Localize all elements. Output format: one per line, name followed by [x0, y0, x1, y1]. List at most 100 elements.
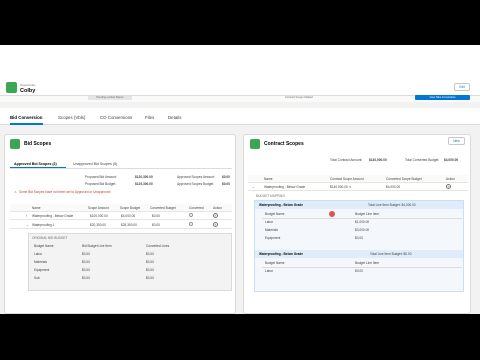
- mapping-row-value: $0.00: [355, 236, 363, 240]
- col-scope-budget: Scope Budget: [120, 206, 141, 210]
- warning-message: Some Bid Scopes have not been set to App…: [19, 190, 111, 194]
- col-converted: Converted: [189, 206, 204, 210]
- mapping-col-item: Budget Line Item: [355, 261, 380, 265]
- row-amount: $100,000.00: [90, 214, 108, 218]
- mapping-row-name: Equipment: [265, 236, 281, 240]
- proposed-bid-amount-value: $120,300.00: [135, 175, 153, 179]
- inner-row-bid: $0.00: [82, 252, 90, 256]
- inner-row-conv: $0.00: [146, 260, 154, 264]
- original-bid-budget-title: ORIGINAL BID BUDGET: [32, 236, 68, 240]
- mapping-row-name: Labor: [265, 269, 274, 273]
- approved-budget-label: Approved Scopes Budget:: [177, 182, 215, 186]
- col-name: Name: [32, 206, 41, 210]
- mapping-row-value: $1,000.00: [355, 220, 370, 224]
- bid-scopes-title: Bid Scopes: [24, 141, 52, 147]
- record-header: [0, 45, 480, 102]
- path-strip: [0, 95, 480, 102]
- active-tab-indicator: [10, 123, 43, 125]
- original-bid-budget-box: [28, 233, 232, 291]
- tab-bid-conversion[interactable]: Bid Conversion: [10, 115, 42, 120]
- inner-col-name: Budget Name: [34, 244, 54, 248]
- total-converted-budget-value: $4,000.00: [444, 158, 459, 162]
- edit-button[interactable]: Edit: [454, 83, 470, 91]
- pencil-icon[interactable]: ✎: [349, 185, 352, 189]
- record-type: Opportunity: [20, 83, 36, 87]
- inner-col-bid: Bid Budget Line Item: [82, 244, 112, 248]
- row-budget: $4,000.00: [386, 185, 401, 189]
- inner-row-name: Equipment: [34, 268, 50, 272]
- col-action: Action: [446, 177, 455, 181]
- row-budget: $25,300.00: [121, 223, 137, 227]
- col-scope-amount: Scope Amount: [88, 206, 109, 210]
- mapping-title: Waterproofing - Below Grade: [259, 252, 303, 256]
- add-action-icon[interactable]: +: [446, 184, 451, 189]
- divider: [10, 168, 232, 169]
- contract-scopes-icon: [250, 139, 260, 149]
- col-name: Name: [264, 177, 273, 181]
- chevron-down-icon[interactable]: ⌄: [26, 223, 29, 227]
- proposed-bid-budget-label: Proposed Bid Budget:: [85, 182, 117, 186]
- chevron-down-icon[interactable]: ⌄: [252, 185, 255, 189]
- tab-unapproved-bid-scopes[interactable]: Unapproved Bid Scopes (5): [73, 162, 117, 166]
- approved-amount-label: Approved Scopes Amount:: [177, 175, 215, 179]
- mapping-col-name: Budget Name: [265, 261, 285, 265]
- contract-scopes-title: Contract Scopes: [264, 141, 304, 147]
- app-window: Opportunity Colby Edit Pending Lumber Bu…: [0, 45, 480, 314]
- row-name: Waterproofing - Below Grade: [32, 214, 74, 218]
- new-button[interactable]: New: [448, 137, 465, 145]
- path-step-a[interactable]: Pending Lumber Bueno: [88, 96, 132, 100]
- tab-scopes[interactable]: Scopes (Vbls): [58, 115, 85, 120]
- converted-checkbox[interactable]: [189, 222, 193, 226]
- proposed-bid-budget-value: $125,300.00: [135, 182, 153, 186]
- row-amount: $20,300.00: [90, 223, 106, 227]
- path-action-button[interactable]: View Tabs & Contracts: [415, 95, 470, 100]
- inner-row-conv: $0.00: [146, 268, 154, 272]
- inner-col-converted: Converted Lines: [146, 244, 170, 248]
- inner-row-conv: $0.00: [146, 276, 154, 280]
- mapping-row-value: $0.00: [355, 269, 363, 273]
- mapping-row-name: Materials: [265, 228, 278, 232]
- mapping-total: Total Line Item Budget: $4,000.00: [368, 203, 416, 207]
- tab-co-conversions[interactable]: CO Conversions: [100, 115, 132, 120]
- budget-mapping-label: BUDGET MAPPING: [256, 194, 285, 198]
- row-converted-budget: $0.00: [152, 214, 160, 218]
- total-converted-budget-label: Total Converted Budget:: [405, 158, 440, 162]
- row-name: Waterproofing - Below Grade: [264, 185, 306, 189]
- tab-approved-bid-scopes[interactable]: Approved Bid Scopes (2): [14, 162, 57, 166]
- bid-scopes-icon: [10, 139, 20, 149]
- inner-row-bid: $0.00: [82, 268, 90, 272]
- divider: [262, 218, 462, 219]
- inner-row-name: Sub: [34, 276, 40, 280]
- tab-details[interactable]: Details: [168, 115, 181, 120]
- row-converted-budget: $0.00: [152, 223, 160, 227]
- col-action: Action: [213, 206, 222, 210]
- converted-checkbox[interactable]: [189, 213, 193, 217]
- mapping-title: Waterproofing - Below Grade: [259, 203, 303, 207]
- col-contract-amount: Contract Scope Amount: [330, 177, 364, 181]
- chevron-right-icon[interactable]: ›: [26, 214, 27, 218]
- col-converted-budget: Converted Budget: [150, 206, 176, 210]
- approved-budget-value: $0.00: [222, 182, 230, 186]
- warning-icon: ⚠: [14, 190, 17, 194]
- inner-row-name: Materials: [34, 260, 47, 264]
- total-contract-amount-value: $140,000.00: [369, 158, 387, 162]
- row-amount: $140,000.00: [330, 185, 348, 189]
- mapping-row-value: $3,000.00: [355, 228, 370, 232]
- add-action-icon[interactable]: +: [213, 213, 218, 218]
- row-budget: $4,000.00: [121, 214, 136, 218]
- opportunity-icon: [6, 82, 17, 93]
- inner-row-bid: $0.00: [82, 260, 90, 264]
- total-contract-amount-label: Total Contract Amount:: [330, 158, 363, 162]
- inner-row-conv: $0.00: [146, 252, 154, 256]
- path-step-b[interactable]: Contract Scope Initiated: [285, 96, 319, 100]
- proposed-bid-amount-label: Proposed Bid Amount:: [85, 175, 117, 179]
- tab-files[interactable]: Files: [145, 115, 154, 120]
- col-converted-scope-budget: Converted Scope Budget: [386, 177, 422, 181]
- add-action-icon[interactable]: +: [213, 222, 218, 227]
- inner-row-bid: $0.00: [82, 276, 90, 280]
- divider: [262, 267, 462, 268]
- approved-amount-value: $0.00: [222, 175, 230, 179]
- row-name: Waterproofing 1: [32, 223, 55, 227]
- cursor-indicator: [329, 211, 335, 217]
- record-name: Colby: [20, 88, 36, 94]
